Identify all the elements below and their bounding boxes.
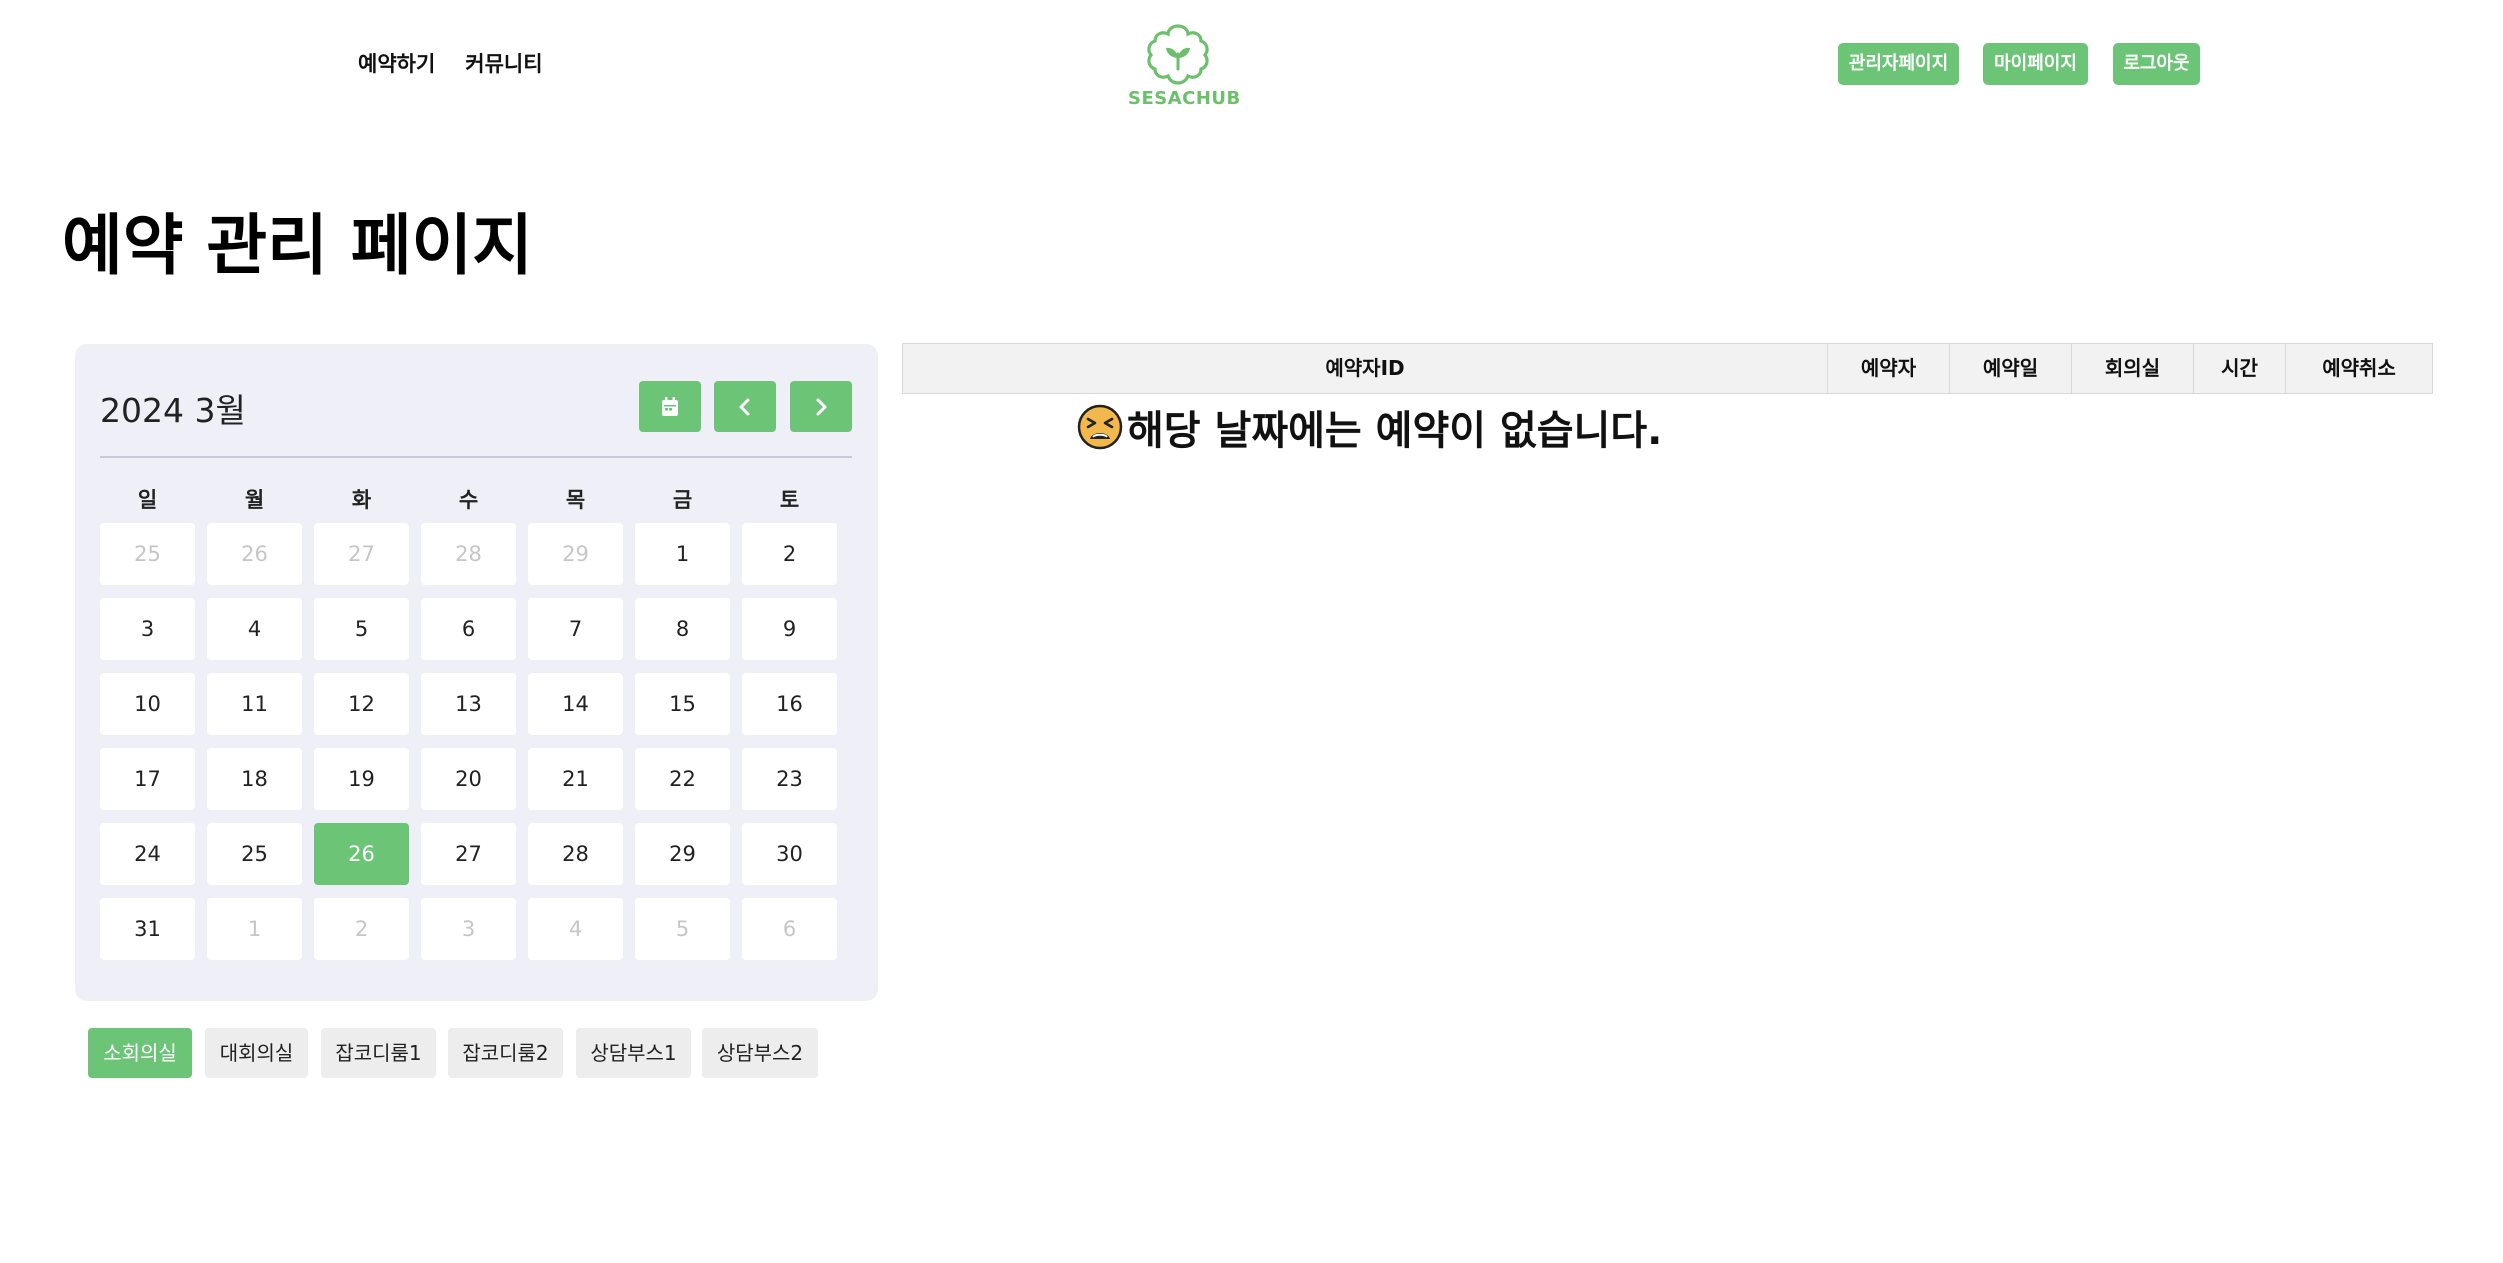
col-reserver-id: 예약자ID: [903, 344, 1828, 393]
empty-message-text: 해당 날짜에는 예약이 없습니다.: [1127, 408, 1663, 454]
calendar-day[interactable]: 5: [635, 898, 730, 960]
room-tab-jobcody-1[interactable]: 잡코디룸1: [321, 1028, 436, 1078]
calendar-day[interactable]: 13: [421, 673, 516, 735]
weekday-label: 일: [137, 488, 158, 512]
calendar-day[interactable]: 28: [421, 523, 516, 585]
weekday-label: 토: [779, 488, 800, 512]
calendar-day[interactable]: 14: [528, 673, 623, 735]
calendar-day[interactable]: 17: [100, 748, 195, 810]
calendar-day[interactable]: 4: [528, 898, 623, 960]
calendar-day[interactable]: 12: [314, 673, 409, 735]
calendar-day[interactable]: 19: [314, 748, 409, 810]
calendar-day[interactable]: 11: [207, 673, 302, 735]
weekday-label: 화: [351, 488, 372, 512]
prev-month-button[interactable]: [714, 381, 776, 432]
calendar-month-label: 2024 3월: [100, 391, 246, 430]
weekday-label: 수: [458, 488, 479, 512]
room-tab-consult-booth-2[interactable]: 상담부스2: [702, 1028, 818, 1078]
calendar-day[interactable]: 15: [635, 673, 730, 735]
col-cancel: 예약취소: [2322, 356, 2396, 380]
calendar-day[interactable]: 30: [742, 823, 837, 885]
top-header: 예약하기 커뮤니티 SESACHUB 관리자페이지 마이페이지 로그아웃: [0, 0, 2503, 120]
calendar-day[interactable]: 21: [528, 748, 623, 810]
logo-text: SESACHUB: [1128, 88, 1241, 109]
calendar-day[interactable]: 22: [635, 748, 730, 810]
calendar-day[interactable]: 3: [100, 598, 195, 660]
calendar-day[interactable]: 7: [528, 598, 623, 660]
reservation-table-header: 예약자ID 예약자 예약일 회의실 시간 예약취소: [902, 343, 2433, 394]
calendar-day[interactable]: 6: [742, 898, 837, 960]
calendar-picker-button[interactable]: [639, 381, 701, 432]
my-page-button[interactable]: 마이페이지: [1983, 43, 2088, 85]
calendar-day[interactable]: 1: [207, 898, 302, 960]
calendar-day[interactable]: 25: [207, 823, 302, 885]
calendar-day[interactable]: 25: [100, 523, 195, 585]
calendar-day[interactable]: 20: [421, 748, 516, 810]
calendar-day[interactable]: 31: [100, 898, 195, 960]
weekday-label: 목: [565, 488, 586, 512]
weekday-label: 금: [672, 488, 693, 512]
calendar-day[interactable]: 9: [742, 598, 837, 660]
nav-community-link[interactable]: 커뮤니티: [465, 48, 542, 78]
calendar-panel: 2024 3월 일 월 화 수 목 금 토 25 26 27 28 29 1 2 3 4 5 6 7 8 9 10 11 12…: [75, 344, 878, 1001]
calendar-day[interactable]: 23: [742, 748, 837, 810]
room-tab-small-meeting[interactable]: 소회의실: [88, 1028, 192, 1078]
room-tab-jobcody-2[interactable]: 잡코디룸2: [448, 1028, 563, 1078]
calendar-day[interactable]: 4: [207, 598, 302, 660]
calendar-day[interactable]: 28: [528, 823, 623, 885]
calendar-divider: [100, 456, 852, 458]
calendar-day[interactable]: 18: [207, 748, 302, 810]
col-time: 시간: [2194, 344, 2286, 393]
logout-button[interactable]: 로그아웃: [2113, 43, 2200, 85]
calendar-day[interactable]: 8: [635, 598, 730, 660]
room-tab-consult-booth-1[interactable]: 상담부스1: [576, 1028, 691, 1078]
sesachub-logo[interactable]: SESACHUB: [1128, 22, 1241, 109]
admin-page-button[interactable]: 관리자페이지: [1838, 43, 1959, 85]
calendar-day[interactable]: 2: [314, 898, 409, 960]
main-nav: 예약하기 커뮤니티: [358, 48, 543, 78]
calendar-day[interactable]: 1: [635, 523, 730, 585]
clover-logo-icon: [1147, 24, 1209, 85]
next-month-button[interactable]: [790, 381, 852, 432]
calendar-day[interactable]: 27: [421, 823, 516, 885]
calendar-day[interactable]: 2: [742, 523, 837, 585]
empty-reservations-message: 해당 날짜에는 예약이 없습니다.: [1077, 398, 1662, 456]
chevron-right-icon: [816, 398, 827, 415]
calendar-icon: [662, 396, 678, 416]
chevron-left-icon: [739, 398, 750, 415]
calendar-day[interactable]: 26: [207, 523, 302, 585]
calendar-day[interactable]: 29: [528, 523, 623, 585]
nav-reserve-link[interactable]: 예약하기: [358, 48, 435, 78]
room-tab-large-meeting[interactable]: 대회의실: [205, 1028, 308, 1078]
calendar-day[interactable]: 27: [314, 523, 409, 585]
calendar-day[interactable]: 16: [742, 673, 837, 735]
calendar-day[interactable]: 24: [100, 823, 195, 885]
col-room: 회의실: [2072, 344, 2194, 393]
calendar-day[interactable]: 26: [314, 823, 409, 885]
tired-face-icon: [1077, 404, 1123, 450]
col-reserver: 예약자: [1828, 344, 1950, 393]
calendar-day[interactable]: 10: [100, 673, 195, 735]
calendar-day[interactable]: 5: [314, 598, 409, 660]
col-reserve-date: 예약일: [1950, 344, 2072, 393]
calendar-day[interactable]: 29: [635, 823, 730, 885]
weekday-label: 월: [244, 488, 265, 512]
calendar-day[interactable]: 3: [421, 898, 516, 960]
calendar-day[interactable]: 6: [421, 598, 516, 660]
page-title: 예약 관리 페이지: [62, 207, 533, 284]
